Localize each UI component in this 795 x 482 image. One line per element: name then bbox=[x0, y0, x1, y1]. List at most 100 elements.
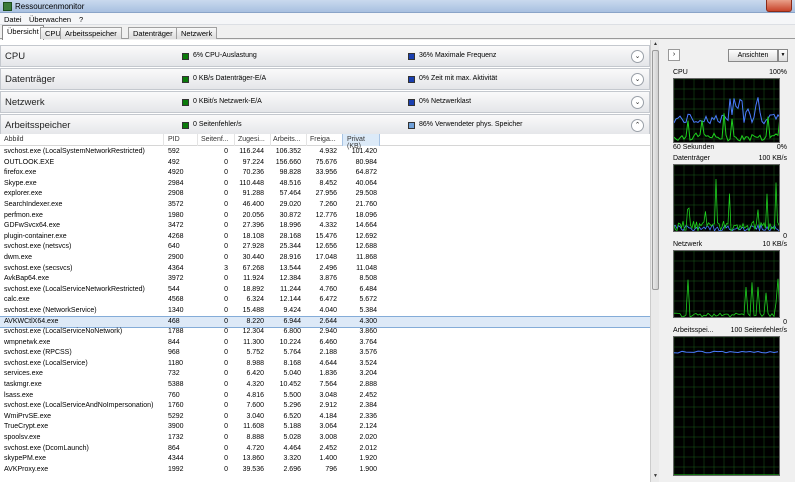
table-row[interactable]: Skype.exe 2984 0 110.448 48.516 8.452 40.064 bbox=[0, 179, 650, 190]
column-divider[interactable] bbox=[234, 134, 235, 146]
cell-working-set: 5.764 bbox=[283, 349, 301, 357]
table-row[interactable]: calc.exe 4568 0 6.324 12.144 6.472 5.672 bbox=[0, 295, 650, 306]
cell-commit: 6.420 bbox=[246, 370, 264, 378]
section-cpu[interactable]: CPU 6% CPU-Auslastung 36% Maximale Frequ… bbox=[0, 45, 650, 67]
chevron-right-icon[interactable]: › bbox=[668, 49, 680, 61]
column-shareable[interactable]: Freiga... bbox=[310, 136, 336, 143]
table-row[interactable]: AVKWCtlX64.exe 468 0 8.220 6.944 2.644 4.300 bbox=[0, 315, 651, 329]
table-row[interactable]: AVKProxy.exe 1992 0 39.536 2.696 796 1.900 bbox=[0, 465, 650, 476]
table-row[interactable]: AvkBap64.exe 3972 0 11.924 12.384 3.876 8.508 bbox=[0, 274, 650, 285]
cell-hard-faults: 0 bbox=[224, 328, 228, 336]
cell-commit: 12.304 bbox=[242, 328, 264, 336]
cell-commit: 11.924 bbox=[243, 275, 264, 283]
column-image[interactable]: Abbild bbox=[4, 136, 23, 143]
views-button[interactable]: Ansichten bbox=[728, 49, 778, 62]
chevron-down-icon[interactable]: ⌄ bbox=[631, 50, 644, 63]
cell-private: 18.096 bbox=[355, 211, 377, 219]
cell-commit: 110.448 bbox=[239, 179, 264, 187]
cell-private: 1.900 bbox=[359, 465, 377, 473]
cell-private: 3.576 bbox=[359, 349, 377, 357]
section-memory[interactable]: Arbeitsspeicher 0 Seitenfehler/s 86% Ver… bbox=[0, 114, 650, 136]
table-row[interactable]: svchost.exe (LocalSystemNetworkRestricte… bbox=[0, 147, 650, 158]
legend-square bbox=[408, 99, 415, 106]
table-row[interactable]: SearchIndexer.exe 3572 0 46.400 29.020 7.260 2… bbox=[0, 200, 650, 211]
table-row[interactable]: WmiPrvSE.exe 5292 0 3.040 6.520 4.184 2.336 bbox=[0, 412, 650, 423]
table-row[interactable]: plugin-container.exe 4268 0 18.108 28.168 15.… bbox=[0, 232, 650, 243]
table-row[interactable]: svchost.exe (LocalService) 1180 0 8.988 8.16… bbox=[0, 359, 650, 370]
column-divider[interactable] bbox=[306, 134, 307, 146]
menu-file[interactable]: Datei bbox=[4, 15, 22, 24]
window-title: Ressourcenmonitor bbox=[15, 2, 85, 11]
table-row[interactable]: perfmon.exe 1980 0 20.056 30.872 12.776 18.096 bbox=[0, 211, 650, 222]
cell-commit: 4.816 bbox=[246, 391, 264, 399]
scroll-up-icon[interactable]: ▲ bbox=[652, 41, 659, 49]
table-row[interactable]: skypePM.exe 4344 0 13.860 3.320 1.400 1.920 bbox=[0, 454, 650, 465]
table-row[interactable]: svchost.exe (DcomLaunch) 864 0 4.720 4.464 2.… bbox=[0, 444, 650, 455]
tab-memory[interactable]: Arbeitsspeicher bbox=[60, 27, 122, 39]
column-commit[interactable]: Zugesi... bbox=[238, 136, 265, 143]
table-row[interactable]: svchost.exe (netsvcs) 640 0 27.928 25.344 12.… bbox=[0, 242, 650, 253]
column-divider[interactable] bbox=[163, 134, 164, 146]
cell-image: dwm.exe bbox=[4, 253, 33, 261]
column-divider[interactable] bbox=[197, 134, 198, 146]
column-private[interactable]: Privat (KB) bbox=[342, 134, 380, 150]
menu-monitor[interactable]: Überwachen bbox=[29, 15, 71, 24]
table-row[interactable]: spoolsv.exe 1732 0 8.888 5.028 3.008 2.020 bbox=[0, 433, 650, 444]
cell-working-set: 106.352 bbox=[275, 148, 301, 155]
chevron-up-icon[interactable]: ⌃ bbox=[631, 119, 644, 132]
chevron-down-icon[interactable]: ⌄ bbox=[631, 73, 644, 86]
section-network[interactable]: Netzwerk 0 KBit/s Netzwerk-E/A 0% Netzwe… bbox=[0, 91, 650, 113]
tab-network[interactable]: Netzwerk bbox=[176, 27, 218, 39]
tab-disk[interactable]: Datenträger bbox=[128, 27, 178, 39]
close-button[interactable] bbox=[766, 0, 792, 12]
overview-pane: CPU 6% CPU-Auslastung 36% Maximale Frequ… bbox=[0, 40, 659, 482]
cell-hard-faults: 0 bbox=[224, 296, 228, 304]
cell-working-set: 12.384 bbox=[279, 275, 301, 283]
cell-image: skypePM.exe bbox=[4, 455, 47, 463]
tab-overview[interactable]: Übersicht bbox=[2, 25, 44, 40]
cell-commit: 39.536 bbox=[242, 465, 264, 473]
scroll-down-icon[interactable]: ▼ bbox=[652, 473, 659, 481]
table-row[interactable]: svchost.exe (secsvcs) 4364 3 67.268 13.544 2.… bbox=[0, 264, 650, 275]
table-row[interactable]: svchost.exe (LocalServiceAndNoImpersonat… bbox=[0, 401, 650, 412]
table-row[interactable]: explorer.exe 2908 0 91.288 57.464 27.956 29.50… bbox=[0, 189, 650, 200]
table-row[interactable]: svchost.exe (RPCSS) 968 0 5.752 5.764 2.188 3.… bbox=[0, 348, 650, 359]
table-row[interactable]: GDFwSvcx64.exe 3472 0 27.396 18.996 4.332 14.6… bbox=[0, 221, 650, 232]
cell-working-set: 3.320 bbox=[283, 455, 301, 463]
table-row[interactable]: svchost.exe (LocalServiceNoNetwork) 1788 0… bbox=[0, 327, 650, 338]
cell-commit: 5.752 bbox=[246, 349, 264, 357]
table-row[interactable]: svchost.exe (LocalServiceNetworkRestrict… bbox=[0, 285, 650, 296]
views-dropdown-icon[interactable]: ▼ bbox=[778, 49, 788, 62]
cell-image: calc.exe bbox=[4, 296, 30, 304]
table-row[interactable]: taskmgr.exe 5388 0 4.320 10.452 7.564 2.888 bbox=[0, 380, 650, 391]
legend-square bbox=[408, 122, 415, 129]
cell-image: firefox.exe bbox=[4, 169, 37, 177]
table-row[interactable]: svchost.exe (NetworkService) 1340 0 15.488 9… bbox=[0, 306, 650, 317]
cell-private: 29.508 bbox=[355, 190, 377, 198]
cell-commit: 6.324 bbox=[246, 296, 264, 304]
column-divider[interactable] bbox=[270, 134, 271, 146]
cell-pid: 592 bbox=[168, 148, 180, 155]
chevron-down-icon[interactable]: ⌄ bbox=[631, 96, 644, 109]
column-hard-faults[interactable]: Seitenf... bbox=[201, 136, 229, 143]
table-row[interactable]: wmpnetwk.exe 844 0 11.300 10.224 6.460 3.764 bbox=[0, 338, 650, 349]
table-row[interactable]: OUTLOOK.EXE 492 0 97.224 156.660 75.676 80.984 bbox=[0, 158, 650, 169]
table-row[interactable]: TrueCrypt.exe 3900 0 11.608 5.188 3.064 2.124 bbox=[0, 422, 650, 433]
table-row[interactable]: dwm.exe 2900 0 30.440 28.916 17.048 11.868 bbox=[0, 253, 650, 264]
cell-image: svchost.exe (netsvcs) bbox=[4, 243, 72, 251]
menu-help[interactable]: ? bbox=[79, 15, 83, 24]
column-pid[interactable]: PID bbox=[168, 136, 180, 143]
vertical-scrollbar[interactable]: ▲ ▼ bbox=[650, 40, 659, 482]
scroll-thumb[interactable] bbox=[652, 50, 659, 290]
table-row[interactable]: firefox.exe 4920 0 70.236 98.828 33.956 64.872 bbox=[0, 168, 650, 179]
cell-working-set: 5.296 bbox=[283, 402, 301, 410]
column-working-set[interactable]: Arbeits... bbox=[273, 136, 301, 143]
table-row[interactable]: lsass.exe 760 0 4.816 5.500 3.048 2.452 bbox=[0, 391, 650, 402]
cell-hard-faults: 0 bbox=[224, 148, 228, 155]
table-row[interactable]: services.exe 732 0 6.420 5.040 1.836 3.204 bbox=[0, 369, 650, 380]
section-disk[interactable]: Datenträger 0 KB/s Datenträger-E/A 0% Ze… bbox=[0, 68, 650, 90]
cell-pid: 2984 bbox=[168, 179, 184, 187]
cell-pid: 640 bbox=[168, 243, 180, 251]
cell-hard-faults: 0 bbox=[224, 275, 228, 283]
cell-commit: 20.056 bbox=[242, 211, 264, 219]
